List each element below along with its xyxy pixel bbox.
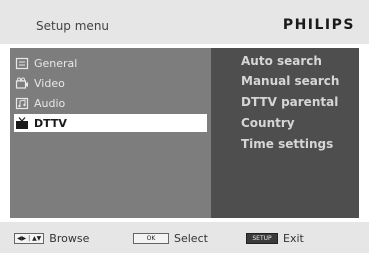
menu-item-dttv[interactable]: DTTV (14, 114, 207, 132)
submenu-item-country[interactable]: Country (241, 116, 295, 134)
select-label: Select (174, 232, 208, 245)
menu-item-audio[interactable]: Audio (14, 94, 207, 112)
submenu-panel: Auto search Manual search DTTV parental … (211, 48, 359, 218)
menu-item-label: Video (34, 76, 65, 90)
submenu-item-dttv-parental[interactable]: DTTV parental (241, 95, 338, 113)
menu-item-general[interactable]: General (14, 54, 207, 72)
audio-icon (14, 96, 30, 110)
select-key-icon: OK (133, 233, 169, 244)
browse-key-icon: ◀▶ | ▲▼ (14, 233, 45, 244)
general-icon (14, 56, 30, 70)
submenu-item-manual-search[interactable]: Manual search (241, 74, 339, 92)
exit-label: Exit (283, 232, 304, 245)
menu-item-label: DTTV (34, 116, 67, 130)
exit-key-icon: SETUP (246, 233, 278, 244)
submenu-item-auto-search[interactable]: Auto search (241, 54, 322, 72)
top-bar: Setup menu PHILIPS (0, 0, 369, 44)
menu-title: Setup menu (36, 19, 110, 33)
left-menu-panel: General Video Audio DTTV (10, 48, 211, 218)
video-icon (14, 76, 30, 90)
exit-hint: SETUP Exit (246, 232, 304, 245)
browse-label: Browse (49, 232, 90, 245)
menu-item-label: General (34, 56, 78, 70)
brand-logo: PHILIPS (282, 17, 355, 33)
menu-item-label: Audio (34, 96, 66, 110)
dttv-icon (14, 116, 30, 130)
select-hint: OK Select (133, 232, 208, 245)
browse-hint: ◀▶ | ▲▼ Browse (14, 232, 89, 245)
menu-item-video[interactable]: Video (14, 74, 207, 92)
bottom-hint-bar: ◀▶ | ▲▼ Browse OK Select SETUP Exit (0, 222, 369, 253)
submenu-item-time-settings[interactable]: Time settings (241, 137, 333, 155)
